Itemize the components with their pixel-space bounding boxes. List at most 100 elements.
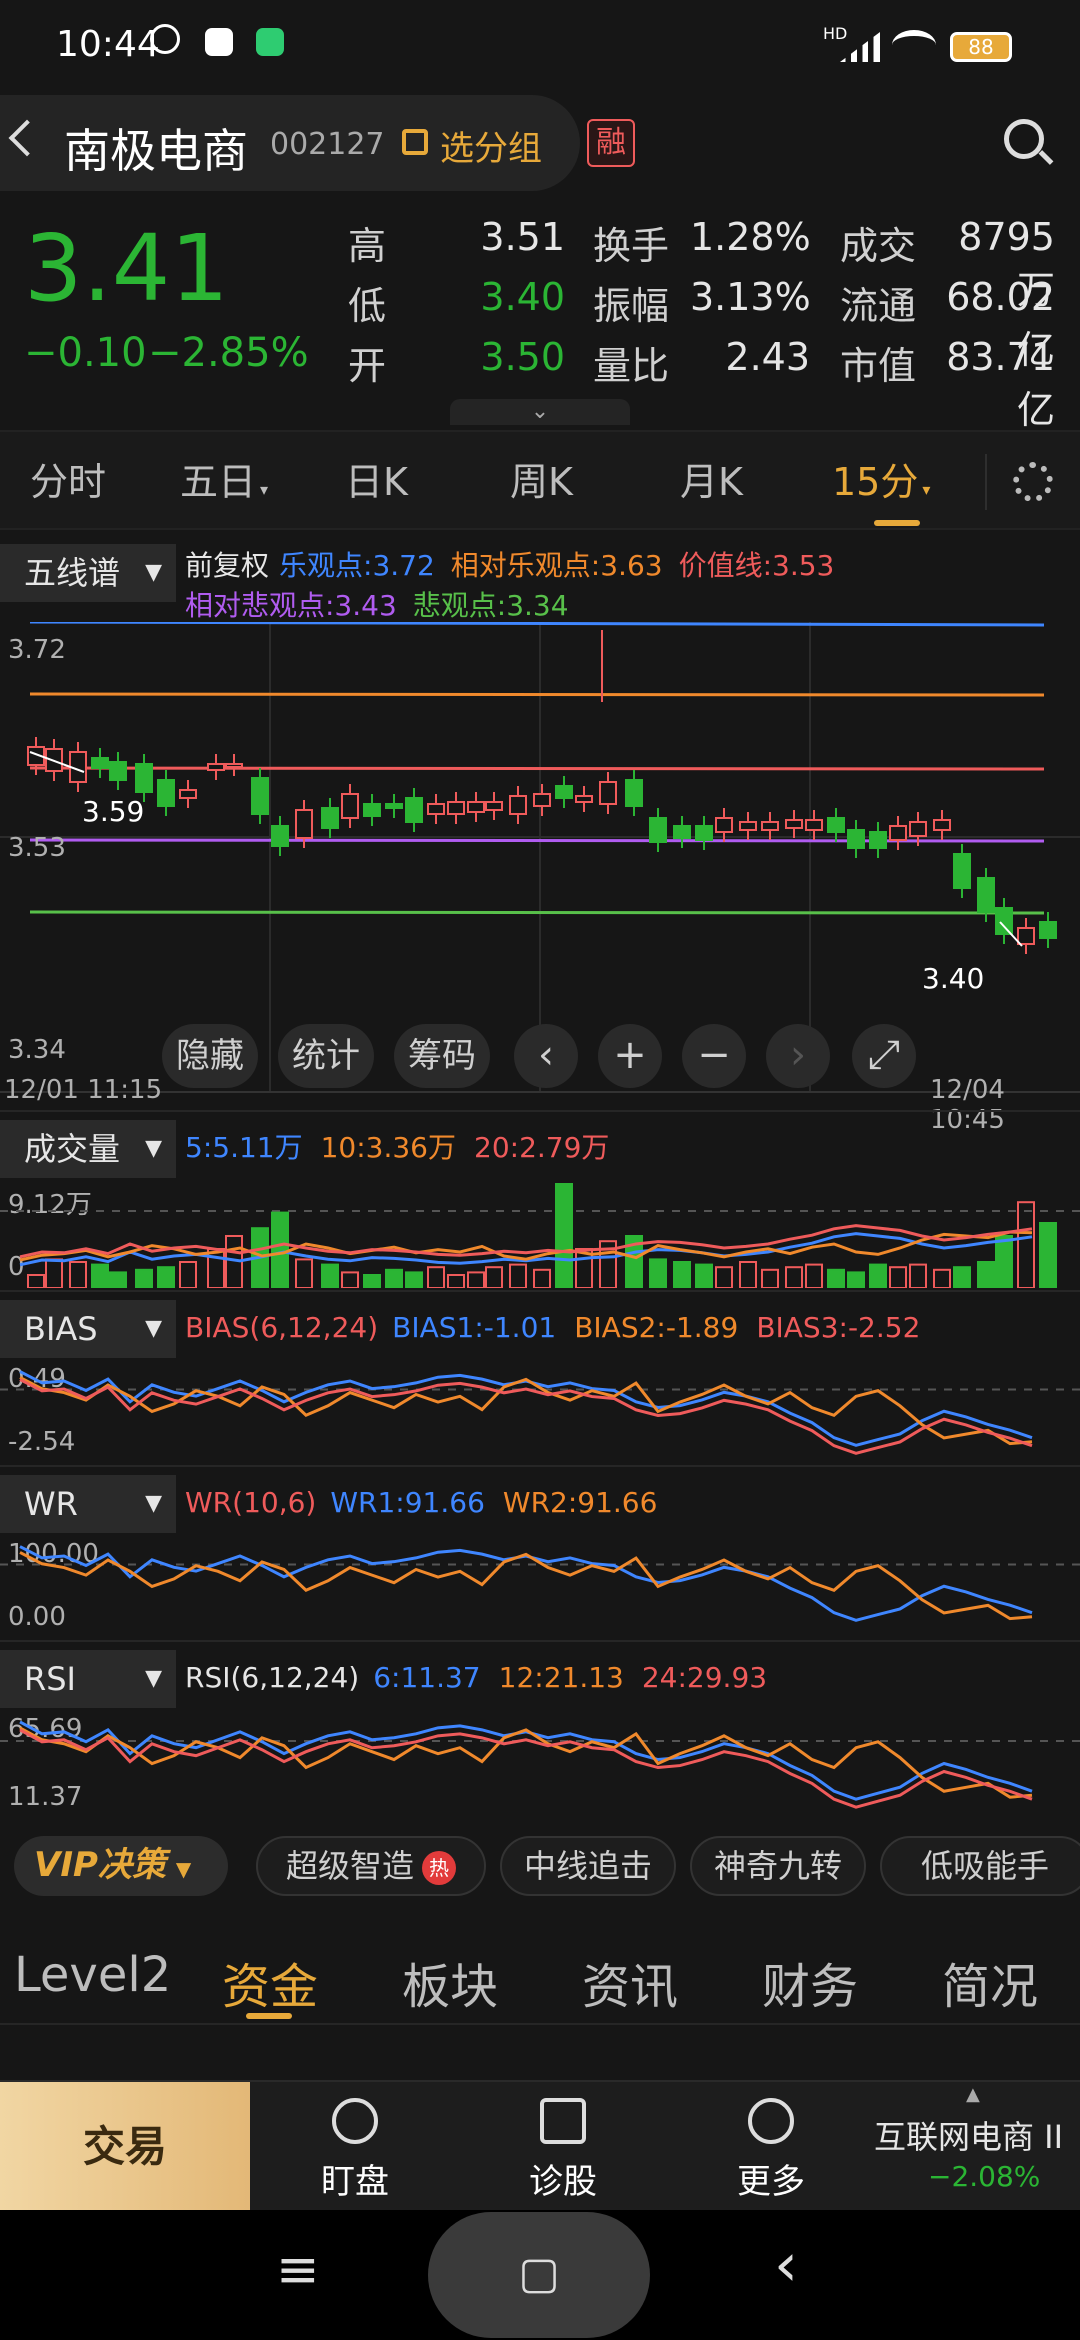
tab-0[interactable]: 分时 (30, 432, 106, 532)
y-tick-bot: 3.34 (8, 1035, 66, 1065)
sector-name[interactable]: 互联网电商 II (874, 2112, 1063, 2158)
candle (533, 793, 551, 807)
volume-bar (869, 1263, 887, 1288)
next-icon[interactable]: › (766, 1024, 830, 1088)
tab-2[interactable]: 日K (345, 432, 408, 532)
quote-label: 换手 (593, 224, 670, 268)
content-peek (0, 2030, 1080, 2080)
candle (739, 821, 757, 831)
trade-button[interactable]: 交易 (0, 2082, 250, 2212)
stats-button[interactable]: 统计 (278, 1024, 374, 1088)
status-time: 10:44 (56, 24, 160, 65)
content-tab-5[interactable]: 简况 (942, 1947, 1038, 2017)
strategy-bar: VIP决策 ▼ 超级智造热中线追击 神奇九转 低吸能手 (0, 1820, 1080, 1910)
nav-label: 盯盘 (321, 2162, 389, 2202)
volume-legend: 5:5.11万 10:3.36万 20:2.79万 (185, 1128, 1075, 1168)
strategy-chip[interactable]: 超级智造热 (256, 1836, 486, 1896)
y-tick-top: 3.72 (8, 635, 66, 665)
y-tick-mid: 3.53 (8, 833, 66, 863)
candle (405, 797, 423, 823)
volume-bar (827, 1268, 845, 1288)
volume-bar (385, 1268, 403, 1288)
indicator-value: BIAS2:-1.89 (574, 1311, 739, 1344)
wr-indicator-select[interactable]: WR ▼ (0, 1475, 176, 1533)
chips-button[interactable]: 筹码 (394, 1024, 490, 1088)
volume-bar (761, 1268, 779, 1288)
tab-4[interactable]: 月K (680, 432, 743, 532)
hide-button[interactable]: 隐藏 (162, 1024, 258, 1088)
five-line (29, 622, 1045, 627)
volume-bar (533, 1268, 551, 1288)
price-change-pct: −2.85% (148, 330, 309, 376)
indicator-value: BIAS1:-1.01 (392, 1311, 557, 1344)
candle (1039, 921, 1057, 939)
gear-icon[interactable] (1013, 462, 1053, 502)
kline-legend: 前复权 乐观点:3.72 相对乐观点:3.63 价值线:3.53 相对悲观点:3.43 悲… (185, 546, 1075, 626)
content-tab-3[interactable]: 资讯 (582, 1947, 678, 2017)
candle (869, 831, 887, 849)
volume-bar (485, 1266, 503, 1288)
candle (135, 763, 153, 793)
strategy-chip[interactable]: 神奇九转 (690, 1836, 866, 1896)
legend-line: 相对悲观点:3.43 (185, 589, 397, 622)
tab-divider (985, 454, 987, 510)
legend-line: 悲观点:3.34 (412, 589, 569, 622)
five-line (29, 766, 1045, 771)
tab-label: 日K (345, 460, 408, 504)
home-button[interactable]: ▢ (428, 2212, 650, 2338)
indicator-name: 五线谱 (24, 554, 121, 592)
quote-value: 2.43 (725, 335, 810, 379)
strategy-chip[interactable]: 低吸能手 (880, 1836, 1080, 1896)
candle (225, 763, 243, 768)
bias-indicator-select[interactable]: BIAS ▼ (0, 1300, 176, 1358)
content-tab-2[interactable]: 板块 (402, 1947, 498, 2017)
rsi-indicator-select[interactable]: RSI ▼ (0, 1650, 176, 1708)
tab-3[interactable]: 周K (510, 432, 573, 532)
fullscreen-icon[interactable]: ⤢ (852, 1024, 916, 1088)
price-change: −0.10 (24, 330, 147, 376)
content-tab-1[interactable]: 资金 (222, 1947, 318, 2017)
tab-1[interactable]: 五日 ▾ (180, 432, 268, 532)
content-tab-4[interactable]: 财务 (762, 1947, 858, 2017)
quote-value: 1.28% (690, 215, 811, 259)
candle (649, 817, 667, 843)
candle (847, 829, 865, 849)
candle (575, 795, 593, 803)
nav-item-0[interactable]: 盯盘 (300, 2092, 410, 2202)
nav-item-2[interactable]: 更多 (716, 2092, 826, 2202)
zoom-in-icon[interactable]: + (598, 1024, 662, 1088)
rsi-legend: RSI(6,12,24) 6:11.37 12:21.13 24:29.93 (185, 1658, 1075, 1698)
volume-bar (847, 1271, 865, 1288)
candle (1017, 927, 1035, 945)
checkbox-icon[interactable] (402, 129, 428, 155)
candle (909, 821, 927, 837)
volume-bar (405, 1271, 423, 1288)
quote-label: 开 (348, 344, 387, 388)
tab-5[interactable]: 15分 ▾ (832, 432, 930, 532)
status-bar: 10:44 HD 88 (0, 0, 1080, 95)
volume-bar (157, 1266, 175, 1288)
back-icon[interactable]: ‹ (774, 2230, 798, 2300)
x-start-label: 12/01 11:15 (4, 1075, 163, 1105)
candle (385, 803, 403, 809)
vip-decision-button[interactable]: VIP决策 ▼ (14, 1836, 228, 1896)
content-tab-0[interactable]: Level2 (14, 1947, 171, 2003)
search-icon-handle (1038, 150, 1054, 165)
panel-bias: BIAS ▼ BIAS(6,12,24) BIAS1:-1.01 BIAS2:-1.89… (0, 1290, 1080, 1465)
chevron-down-icon: ▼ (145, 1316, 162, 1341)
expand-quote-button[interactable]: ⌄ (450, 399, 630, 425)
select-group-button[interactable]: 选分组 (440, 121, 542, 170)
zoom-out-icon[interactable]: − (682, 1024, 746, 1088)
volume-bar (889, 1266, 907, 1288)
nav-item-1[interactable]: 诊股 (508, 2092, 618, 2202)
menu-icon[interactable]: ≡ (276, 2240, 320, 2300)
adjust-label: 前复权 (185, 549, 270, 582)
prev-icon[interactable]: ‹ (514, 1024, 578, 1088)
indicator-value: 20:2.79万 (474, 1131, 610, 1164)
strategy-chip[interactable]: 中线追击 (500, 1836, 676, 1896)
candle (341, 793, 359, 819)
candle (625, 779, 643, 807)
volume-indicator-select[interactable]: 成交量 ▼ (0, 1120, 176, 1178)
candle (363, 803, 381, 817)
indicator-select[interactable]: 五线谱 ▼ (0, 544, 176, 602)
